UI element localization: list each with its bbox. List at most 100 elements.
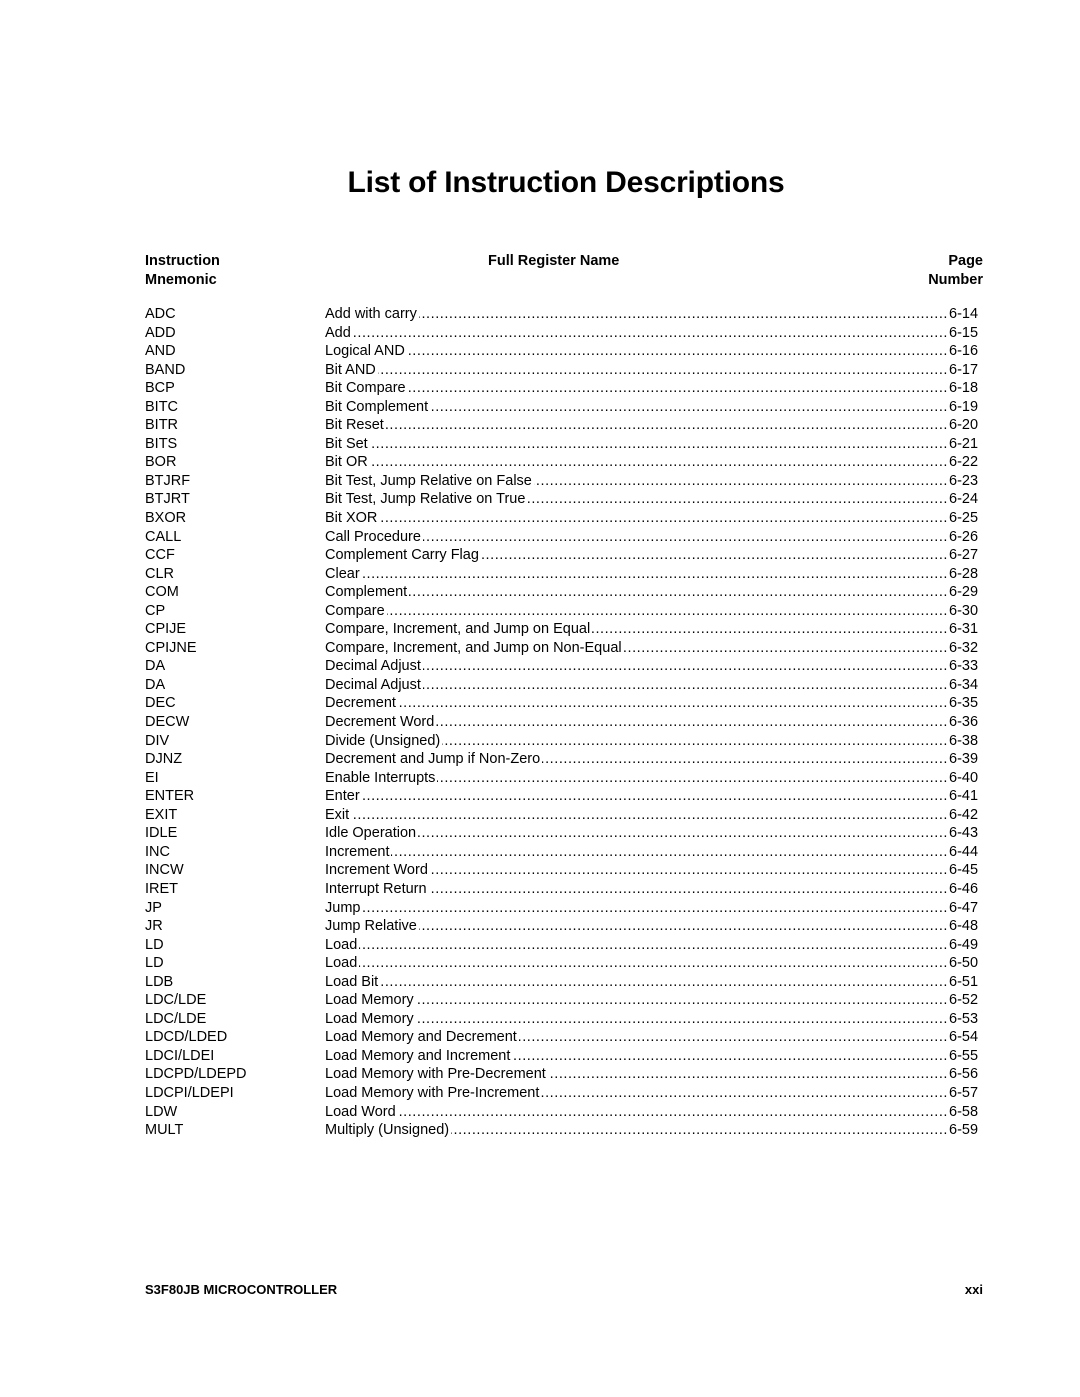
- instruction-row[interactable]: INCW Increment Word 6-45: [145, 861, 983, 880]
- instruction-row[interactable]: JR Jump Relative 6-48: [145, 917, 983, 936]
- instruction-row[interactable]: COM Complement 6-29: [145, 583, 983, 602]
- instruction-page-number[interactable]: 6-23: [948, 472, 983, 491]
- instruction-row[interactable]: BITC Bit Complement 6-19: [145, 398, 983, 417]
- instruction-row[interactable]: LDC/LDE Load Memory 6-53: [145, 1010, 983, 1029]
- instruction-row[interactable]: BAND Bit AND 6-17: [145, 361, 983, 380]
- instruction-page-number[interactable]: 6-40: [948, 769, 983, 788]
- instruction-row[interactable]: DA Decimal Adjust 6-33: [145, 657, 983, 676]
- instruction-row[interactable]: DJNZ Decrement and Jump if Non-Zero 6-39: [145, 750, 983, 769]
- instruction-page-number[interactable]: 6-43: [948, 824, 983, 843]
- instruction-row[interactable]: DIV Divide (Unsigned) 6-38: [145, 732, 983, 751]
- instruction-page-number[interactable]: 6-35: [948, 694, 983, 713]
- instruction-page-number[interactable]: 6-21: [948, 435, 983, 454]
- instruction-page-number[interactable]: 6-32: [948, 639, 983, 658]
- instruction-full-name: Bit Test, Jump Relative on False: [325, 472, 532, 489]
- instruction-page-number[interactable]: 6-50: [948, 954, 983, 973]
- instruction-row[interactable]: CALL Call Procedure 6-26: [145, 528, 983, 547]
- instruction-row[interactable]: CPIJE Compare, Increment, and Jump on Equ…: [145, 620, 983, 639]
- instruction-row[interactable]: LD Load 6-50: [145, 954, 983, 973]
- instruction-page-number[interactable]: 6-59: [948, 1121, 983, 1140]
- instruction-row[interactable]: CCF Complement Carry Flag 6-27: [145, 546, 983, 565]
- instruction-row[interactable]: BOR Bit OR 6-22: [145, 453, 983, 472]
- instruction-page-number[interactable]: 6-39: [948, 750, 983, 769]
- instruction-row[interactable]: EXIT Exit 6-42: [145, 806, 983, 825]
- instruction-page-number[interactable]: 6-15: [948, 324, 983, 343]
- instruction-page-number[interactable]: 6-20: [948, 416, 983, 435]
- instruction-entry: Load Bit 6-51: [325, 973, 983, 992]
- instruction-mnemonic: LD: [145, 955, 164, 972]
- instruction-page-number[interactable]: 6-31: [948, 620, 983, 639]
- instruction-row[interactable]: CLR Clear 6-28: [145, 565, 983, 584]
- instruction-page-number[interactable]: 6-25: [948, 509, 983, 528]
- instruction-row[interactable]: LDB Load Bit 6-51: [145, 973, 983, 992]
- instruction-mnemonic: IRET: [145, 880, 179, 897]
- instruction-mnemonic: LDB: [145, 973, 174, 990]
- instruction-page-number[interactable]: 6-54: [948, 1028, 983, 1047]
- instruction-row[interactable]: BTJRF Bit Test, Jump Relative on False 6-2…: [145, 472, 983, 491]
- instruction-row[interactable]: LD Load 6-49: [145, 936, 983, 955]
- instruction-entry: Decimal Adjust 6-34: [325, 676, 983, 695]
- instruction-page-number[interactable]: 6-36: [948, 713, 983, 732]
- instruction-page-number[interactable]: 6-28: [948, 565, 983, 584]
- dot-leader: [407, 342, 948, 361]
- instruction-page-number[interactable]: 6-41: [948, 787, 983, 806]
- instruction-row[interactable]: CP Compare 6-30: [145, 602, 983, 621]
- instruction-row[interactable]: LDCI/LDEI Load Memory and Increment 6-55: [145, 1047, 983, 1066]
- instruction-page-number[interactable]: 6-29: [948, 583, 983, 602]
- instruction-row[interactable]: BCP Bit Compare 6-18: [145, 379, 983, 398]
- instruction-row[interactable]: LDW Load Word 6-58: [145, 1103, 983, 1122]
- instruction-page-number[interactable]: 6-55: [948, 1047, 983, 1066]
- instruction-row[interactable]: IDLE Idle Operation 6-43: [145, 824, 983, 843]
- instruction-page-number[interactable]: 6-52: [948, 991, 983, 1010]
- instruction-page-number[interactable]: 6-47: [948, 899, 983, 918]
- instruction-row[interactable]: BXOR Bit XOR 6-25: [145, 509, 983, 528]
- instruction-page-number[interactable]: 6-30: [948, 602, 983, 621]
- instruction-row[interactable]: LDC/LDE Load Memory 6-52: [145, 991, 983, 1010]
- instruction-row[interactable]: LDCD/LDED Load Memory and Decrement 6-54: [145, 1028, 983, 1047]
- instruction-row[interactable]: MULT Multiply (Unsigned) 6-59: [145, 1121, 983, 1140]
- instruction-page-number[interactable]: 6-57: [948, 1084, 983, 1103]
- instruction-row[interactable]: DECW Decrement Word 6-36: [145, 713, 983, 732]
- instruction-page-number[interactable]: 6-46: [948, 880, 983, 899]
- instruction-page-number[interactable]: 6-51: [948, 973, 983, 992]
- instruction-page-number[interactable]: 6-27: [948, 546, 983, 565]
- instruction-entry: Bit Test, Jump Relative on False 6-23: [325, 472, 983, 491]
- instruction-page-number[interactable]: 6-45: [948, 861, 983, 880]
- instruction-page-number[interactable]: 6-58: [948, 1103, 983, 1122]
- instruction-row[interactable]: LDCPI/LDEPI Load Memory with Pre-Incremen…: [145, 1084, 983, 1103]
- instruction-row[interactable]: JP Jump 6-47: [145, 899, 983, 918]
- instruction-entry: Decimal Adjust 6-33: [325, 657, 983, 676]
- instruction-row[interactable]: DEC Decrement 6-35: [145, 694, 983, 713]
- instruction-page-number[interactable]: 6-48: [948, 917, 983, 936]
- instruction-page-number[interactable]: 6-38: [948, 732, 983, 751]
- instruction-entry: Decrement and Jump if Non-Zero 6-39: [325, 750, 983, 769]
- instruction-row[interactable]: LDCPD/LDEPD Load Memory with Pre-Decremen…: [145, 1065, 983, 1084]
- instruction-page-number[interactable]: 6-18: [948, 379, 983, 398]
- instruction-row[interactable]: AND Logical AND 6-16: [145, 342, 983, 361]
- instruction-page-number[interactable]: 6-19: [948, 398, 983, 417]
- instruction-page-number[interactable]: 6-42: [948, 806, 983, 825]
- instruction-row[interactable]: INC Increment 6-44: [145, 843, 983, 862]
- instruction-row[interactable]: BITS Bit Set 6-21: [145, 435, 983, 454]
- instruction-page-number[interactable]: 6-33: [948, 657, 983, 676]
- instruction-row[interactable]: ENTER Enter 6-41: [145, 787, 983, 806]
- instruction-row[interactable]: BITR Bit Reset 6-20: [145, 416, 983, 435]
- instruction-row[interactable]: DA Decimal Adjust 6-34: [145, 676, 983, 695]
- instruction-page-number[interactable]: 6-56: [948, 1065, 983, 1084]
- instruction-page-number[interactable]: 6-24: [948, 490, 983, 509]
- instruction-page-number[interactable]: 6-16: [948, 342, 983, 361]
- instruction-page-number[interactable]: 6-17: [948, 361, 983, 380]
- instruction-page-number[interactable]: 6-44: [948, 843, 983, 862]
- instruction-page-number[interactable]: 6-53: [948, 1010, 983, 1029]
- instruction-page-number[interactable]: 6-22: [948, 453, 983, 472]
- instruction-page-number[interactable]: 6-34: [948, 676, 983, 695]
- instruction-row[interactable]: IRET Interrupt Return 6-46: [145, 880, 983, 899]
- instruction-row[interactable]: EI Enable Interrupts 6-40: [145, 769, 983, 788]
- instruction-row[interactable]: BTJRT Bit Test, Jump Relative on True 6-24: [145, 490, 983, 509]
- instruction-row[interactable]: ADD Add 6-15: [145, 324, 983, 343]
- instruction-row[interactable]: CPIJNE Compare, Increment, and Jump on No…: [145, 639, 983, 658]
- instruction-page-number[interactable]: 6-49: [948, 936, 983, 955]
- instruction-page-number[interactable]: 6-14: [948, 305, 983, 324]
- instruction-row[interactable]: ADC Add with carry 6-14: [145, 305, 983, 324]
- instruction-page-number[interactable]: 6-26: [948, 528, 983, 547]
